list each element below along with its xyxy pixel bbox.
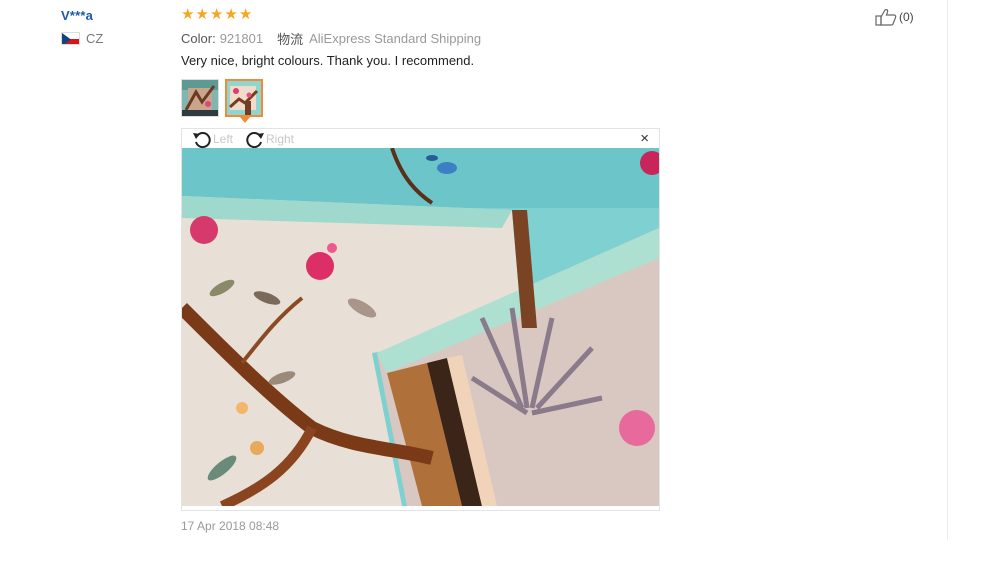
reviewer-info: V***a CZ xyxy=(61,8,103,46)
review-text: Very nice, bright colours. Thank you. I … xyxy=(181,53,475,68)
viewer-toolbar: Left Right × xyxy=(182,129,659,148)
star-icon: ★ xyxy=(209,6,224,23)
rotate-right-icon xyxy=(246,132,264,148)
star-rating: ★ ★ ★ ★ ★ xyxy=(181,7,252,23)
helpful-count: (0) xyxy=(899,10,914,24)
reviewer-name: V***a xyxy=(61,8,94,23)
image-viewer: Left Right × xyxy=(181,128,660,511)
helpful-button[interactable]: (0) xyxy=(875,8,914,26)
star-icon: ★ xyxy=(224,6,238,23)
shipping-label: 物流 xyxy=(277,32,304,47)
star-icon: ★ xyxy=(181,6,195,23)
color-label: Color: xyxy=(181,31,216,46)
selected-thumbnail-caret xyxy=(240,117,250,123)
rotate-right-label: Right xyxy=(266,132,295,146)
reviewer-country: CZ xyxy=(61,31,103,46)
review-thumbnails xyxy=(181,79,263,117)
review-date: 17 Apr 2018 08:48 xyxy=(181,519,280,533)
rotate-left-button[interactable]: Left xyxy=(192,130,233,148)
column-divider xyxy=(947,0,948,540)
close-viewer-button[interactable]: × xyxy=(640,131,649,146)
rotate-right-button[interactable]: Right xyxy=(245,130,294,148)
review-thumbnail-selected[interactable] xyxy=(225,79,263,117)
star-icon: ★ xyxy=(238,6,253,23)
review-thumbnail[interactable] xyxy=(181,79,219,117)
thumbs-up-icon xyxy=(875,9,897,26)
review-photo xyxy=(182,148,659,506)
shipping-value: AliExpress Standard Shipping xyxy=(309,31,482,46)
color-value: 921801 xyxy=(219,31,264,46)
star-icon: ★ xyxy=(195,6,209,23)
order-meta: Color: 921801 物流 AliExpress Standard Shi… xyxy=(181,29,481,48)
rotate-left-label: Left xyxy=(213,132,234,146)
country-code: CZ xyxy=(86,31,104,46)
rotate-left-icon xyxy=(193,132,211,148)
czech-flag-icon xyxy=(61,32,80,45)
